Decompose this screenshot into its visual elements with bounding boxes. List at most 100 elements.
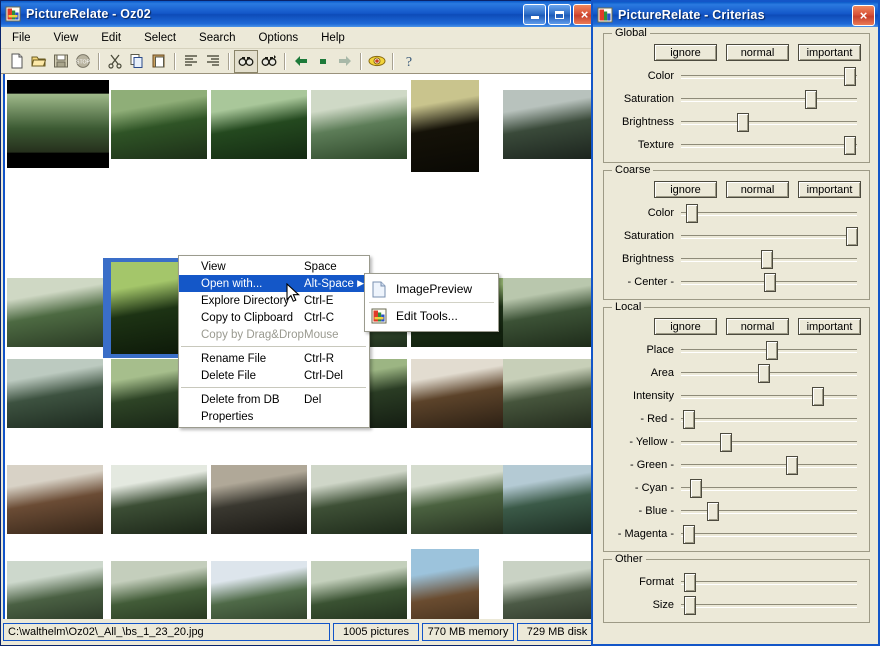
minimize-button[interactable] bbox=[523, 4, 546, 25]
thumbnail[interactable] bbox=[311, 90, 407, 159]
open-folder-icon[interactable] bbox=[28, 51, 50, 72]
slider-handle[interactable] bbox=[707, 502, 719, 521]
slider-coarse-color[interactable] bbox=[681, 202, 863, 224]
slider-handle[interactable] bbox=[812, 387, 824, 406]
menu-item-explore-directory[interactable]: Explore DirectoryCtrl-E bbox=[179, 292, 369, 309]
thumbnail[interactable] bbox=[311, 465, 407, 534]
slider-handle[interactable] bbox=[720, 433, 732, 452]
slider-handle[interactable] bbox=[844, 136, 856, 155]
slider-handle[interactable] bbox=[684, 596, 696, 615]
menu-select[interactable]: Select bbox=[141, 31, 179, 45]
slider-handle[interactable] bbox=[805, 90, 817, 109]
criteria-titlebar[interactable]: PictureRelate - Criterias × bbox=[593, 2, 878, 27]
slider-local-red[interactable] bbox=[681, 408, 863, 430]
slider-local-place[interactable] bbox=[681, 339, 863, 361]
menu-search[interactable]: Search bbox=[196, 31, 238, 45]
main-titlebar[interactable]: PictureRelate - Oz02 × bbox=[1, 1, 599, 27]
local-ignore-button[interactable]: ignore bbox=[654, 318, 717, 335]
slider-handle[interactable] bbox=[690, 479, 702, 498]
thumbnail[interactable] bbox=[411, 80, 479, 172]
thumbnail[interactable] bbox=[411, 465, 503, 534]
menu-edit[interactable]: Edit bbox=[98, 31, 124, 45]
slider-global-color[interactable] bbox=[681, 65, 863, 87]
thumbnail[interactable] bbox=[211, 90, 307, 159]
thumbnail[interactable] bbox=[503, 278, 597, 347]
menu-item-rename-file[interactable]: Rename FileCtrl-R bbox=[179, 350, 369, 367]
slider-handle[interactable] bbox=[764, 273, 776, 292]
thumbnail[interactable] bbox=[7, 359, 103, 428]
global-important-button[interactable]: important bbox=[798, 44, 861, 61]
coarse-ignore-button[interactable]: ignore bbox=[654, 181, 717, 198]
thumbnail[interactable] bbox=[503, 465, 597, 534]
local-important-button[interactable]: important bbox=[798, 318, 861, 335]
thumbnail[interactable] bbox=[503, 561, 597, 619]
find-icon[interactable] bbox=[234, 50, 258, 73]
slider-other-size[interactable] bbox=[681, 594, 863, 616]
find-next-icon[interactable] bbox=[258, 51, 280, 72]
save-icon[interactable] bbox=[50, 51, 72, 72]
slider-handle[interactable] bbox=[737, 113, 749, 132]
stop-icon[interactable]: STOP bbox=[72, 51, 94, 72]
menu-help[interactable]: Help bbox=[318, 31, 348, 45]
forward-arrow-icon[interactable] bbox=[334, 51, 356, 72]
slider-coarse-brightness[interactable] bbox=[681, 248, 863, 270]
slider-handle[interactable] bbox=[766, 341, 778, 360]
slider-local-yellow[interactable] bbox=[681, 431, 863, 453]
thumbnail[interactable] bbox=[111, 561, 207, 619]
align-right-icon[interactable] bbox=[202, 51, 224, 72]
slider-handle[interactable] bbox=[786, 456, 798, 475]
slider-local-magenta[interactable] bbox=[681, 523, 863, 545]
slider-handle[interactable] bbox=[761, 250, 773, 269]
menu-item-delete-file[interactable]: Delete FileCtrl-Del bbox=[179, 367, 369, 384]
menu-item-properties[interactable]: Properties bbox=[179, 408, 369, 425]
coarse-normal-button[interactable]: normal bbox=[726, 181, 789, 198]
thumbnail[interactable] bbox=[111, 465, 207, 534]
slider-handle[interactable] bbox=[686, 204, 698, 223]
menu-item-copy-to-clipboard[interactable]: Copy to ClipboardCtrl-C bbox=[179, 309, 369, 326]
slider-global-texture[interactable] bbox=[681, 134, 863, 156]
menu-file[interactable]: File bbox=[9, 31, 34, 45]
global-normal-button[interactable]: normal bbox=[726, 44, 789, 61]
slider-handle[interactable] bbox=[683, 525, 695, 544]
slider-local-green[interactable] bbox=[681, 454, 863, 476]
paste-icon[interactable] bbox=[148, 51, 170, 72]
thumbnail[interactable] bbox=[7, 80, 109, 168]
eye-icon[interactable] bbox=[366, 51, 388, 72]
thumbnail[interactable] bbox=[311, 561, 407, 619]
cut-icon[interactable] bbox=[104, 51, 126, 72]
copy-icon[interactable] bbox=[126, 51, 148, 72]
thumbnail[interactable] bbox=[411, 359, 503, 428]
thumbnail[interactable] bbox=[211, 561, 307, 619]
maximize-button[interactable] bbox=[548, 4, 571, 25]
slider-coarse-center[interactable] bbox=[681, 271, 863, 293]
slider-handle[interactable] bbox=[844, 67, 856, 86]
context-menu[interactable]: ViewSpaceOpen with...Alt-Space▶Explore D… bbox=[178, 255, 370, 428]
back-arrow-icon[interactable] bbox=[290, 51, 312, 72]
align-left-icon[interactable] bbox=[180, 51, 202, 72]
slider-handle[interactable] bbox=[846, 227, 858, 246]
stop-square-icon[interactable] bbox=[312, 51, 334, 72]
slider-global-saturation[interactable] bbox=[681, 88, 863, 110]
slider-local-area[interactable] bbox=[681, 362, 863, 384]
menu-item-open-with[interactable]: Open with...Alt-Space▶ bbox=[179, 275, 369, 292]
thumbnail[interactable] bbox=[7, 465, 103, 534]
menu-view[interactable]: View bbox=[51, 31, 82, 45]
thumbnail[interactable] bbox=[211, 465, 307, 534]
submenu-item-edit-tools[interactable]: Edit Tools... bbox=[365, 304, 498, 328]
new-icon[interactable] bbox=[6, 51, 28, 72]
slider-global-brightness[interactable] bbox=[681, 111, 863, 133]
menu-item-delete-from-db[interactable]: Delete from DBDel bbox=[179, 391, 369, 408]
slider-handle[interactable] bbox=[683, 410, 695, 429]
slider-local-intensity[interactable] bbox=[681, 385, 863, 407]
menu-options[interactable]: Options bbox=[255, 31, 301, 45]
thumbnail[interactable] bbox=[7, 278, 103, 347]
slider-local-blue[interactable] bbox=[681, 500, 863, 522]
slider-handle[interactable] bbox=[758, 364, 770, 383]
thumbnail[interactable] bbox=[111, 90, 207, 159]
open-with-submenu[interactable]: ImagePreviewEdit Tools... bbox=[364, 273, 499, 332]
slider-local-cyan[interactable] bbox=[681, 477, 863, 499]
thumbnail[interactable] bbox=[503, 359, 597, 428]
thumbnail[interactable] bbox=[7, 561, 103, 619]
menu-item-view[interactable]: ViewSpace bbox=[179, 258, 369, 275]
global-ignore-button[interactable]: ignore bbox=[654, 44, 717, 61]
